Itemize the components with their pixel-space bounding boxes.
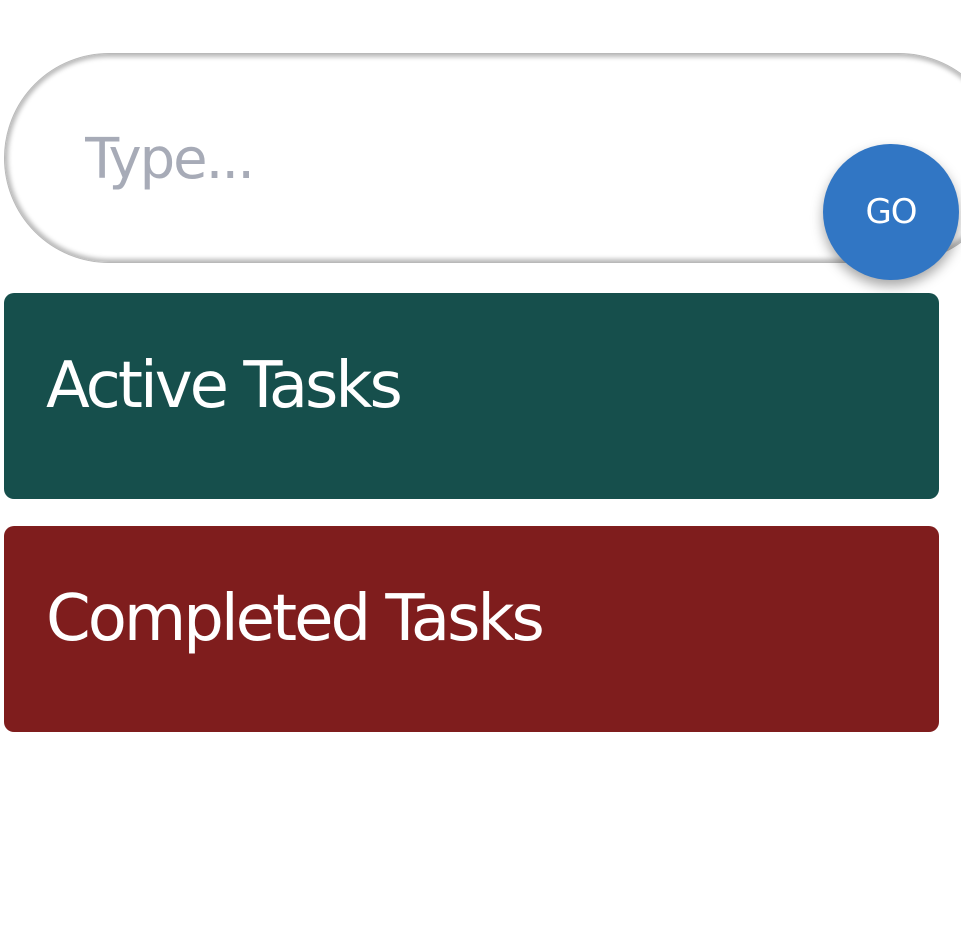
todo-app: GO Active Tasks Completed Tasks: [0, 0, 961, 942]
completed-tasks-title: Completed Tasks: [46, 582, 545, 656]
completed-tasks-section[interactable]: Completed Tasks: [4, 526, 939, 732]
active-tasks-title: Active Tasks: [46, 349, 403, 423]
go-button[interactable]: GO: [823, 144, 959, 280]
active-tasks-section[interactable]: Active Tasks: [4, 293, 939, 499]
task-input-bar: GO: [4, 53, 961, 280]
task-input[interactable]: [85, 114, 805, 204]
